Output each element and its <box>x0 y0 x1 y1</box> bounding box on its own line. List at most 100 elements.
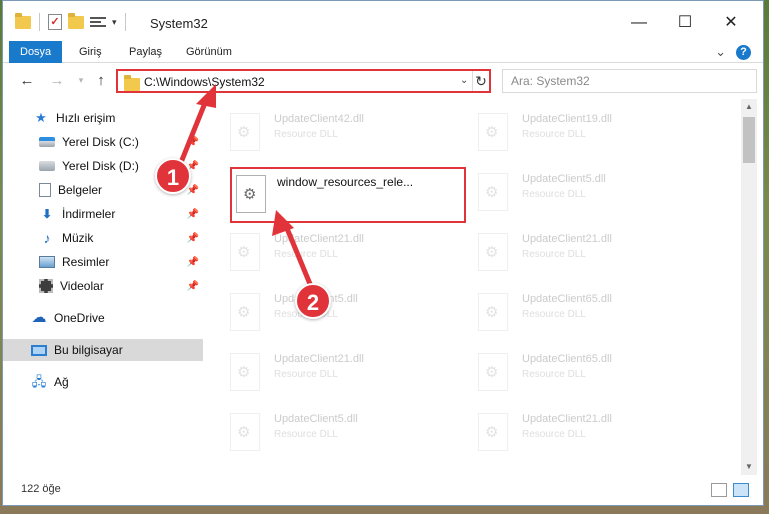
sidebar-item-label: Hızlı erişim <box>56 111 116 125</box>
address-path[interactable]: C:\Windows\System32 <box>144 75 265 89</box>
file-item[interactable]: UpdateClient65.dll Resource DLL <box>456 285 686 331</box>
properties-check-icon[interactable]: ✓ <box>48 14 62 30</box>
sidebar-item-label: Resimler <box>62 255 110 269</box>
sidebar-item-label: İndirmeler <box>62 207 116 221</box>
network-icon: 🖧 <box>31 374 47 389</box>
file-item[interactable]: UpdateClient42.dll Resource DLL <box>208 105 438 151</box>
step-2-callout: 2 <box>295 283 331 319</box>
tab-paylas[interactable]: Paylaş <box>129 41 162 63</box>
dll-file-icon <box>478 413 508 451</box>
sidebar-item-videolar[interactable]: Videolar 📌 <box>3 275 203 297</box>
file-type: Resource DLL <box>274 369 338 380</box>
search-input[interactable]: Ara: System32 <box>502 69 757 93</box>
file-type: Resource DLL <box>522 369 586 380</box>
up-button[interactable]: ↑ <box>91 72 111 89</box>
file-name: UpdateClient5.dll <box>274 413 358 425</box>
tab-dosya[interactable]: Dosya <box>9 41 63 63</box>
scroll-up-icon[interactable]: ▲ <box>741 99 757 115</box>
file-explorer-window: ✓ ▾ System32 — ☐ ✕ Dosya Giriş Paylaş Gö… <box>2 0 764 506</box>
sidebar-item-this-pc[interactable]: Bu bilgisayar <box>3 339 203 361</box>
onedrive-icon: ☁ <box>31 309 47 326</box>
address-bar[interactable]: C:\Windows\System32 ⌄ ↻ <box>116 69 491 93</box>
pin-icon[interactable]: 📌 <box>187 233 199 244</box>
tab-giris[interactable]: Giriş <box>79 41 102 63</box>
help-icon[interactable]: ? <box>736 44 751 60</box>
file-item[interactable]: UpdateClient21.dll Resource DLL <box>208 345 438 391</box>
documents-icon <box>39 183 51 197</box>
file-item[interactable]: UpdateClient19.dll Resource DLL <box>456 105 686 151</box>
file-name: UpdateClient21.dll <box>522 233 612 245</box>
quick-access-toolbar: ✓ ▾ <box>15 12 128 31</box>
file-item[interactable]: UpdateClient5.dll Resource DLL <box>208 405 438 451</box>
dll-file-icon <box>478 293 508 331</box>
folder-icon[interactable] <box>15 12 31 29</box>
file-name: UpdateClient42.dll <box>274 113 364 125</box>
file-item[interactable]: UpdateClient5.dll Resource DLL <box>456 165 686 211</box>
pin-icon[interactable]: 📌 <box>187 137 199 148</box>
this-pc-icon <box>31 344 47 356</box>
qat-customize-chevron-icon[interactable]: ▾ <box>112 17 117 28</box>
sidebar-item-network[interactable]: 🖧 Ağ <box>3 371 203 393</box>
local-disk-c-icon <box>39 137 55 147</box>
sidebar-item-local-disk-c[interactable]: Yerel Disk (C:) 📌 <box>3 131 203 153</box>
scroll-thumb[interactable] <box>743 117 755 163</box>
maximize-button[interactable]: ☐ <box>673 11 697 35</box>
ribbon-tabs: Dosya Giriş Paylaş Görünüm ⌄ ? <box>3 41 763 63</box>
sidebar-item-label: OneDrive <box>54 311 105 325</box>
dll-file-icon <box>236 175 266 213</box>
forward-button[interactable]: → <box>47 72 67 89</box>
sidebar-item-quick-access[interactable]: ★ Hızlı erişim <box>3 107 203 129</box>
dll-file-icon <box>230 113 260 151</box>
file-name: window_resources_rele... <box>277 175 414 189</box>
large-icons-view-icon[interactable] <box>733 483 749 497</box>
ribbon-expand-chevron-icon[interactable]: ⌄ <box>715 44 726 60</box>
step-1-callout: 1 <box>155 158 191 194</box>
pin-icon[interactable]: 📌 <box>187 209 199 220</box>
videos-icon <box>39 279 53 293</box>
recent-locations-chevron-icon[interactable]: ▾ <box>71 75 91 86</box>
sidebar-item-indirmeler[interactable]: ⬇ İndirmeler 📌 <box>3 203 203 225</box>
close-button[interactable]: ✕ <box>719 11 743 35</box>
refresh-button[interactable]: ↻ <box>472 71 489 91</box>
sidebar-item-label: Videolar <box>60 279 104 293</box>
dll-file-icon <box>230 413 260 451</box>
dll-file-icon <box>478 173 508 211</box>
navigation-bar: ← → ▾ ↑ C:\Windows\System32 ⌄ ↻ Ara: Sys… <box>3 63 763 99</box>
sidebar-item-label: Bu bilgisayar <box>54 343 123 357</box>
minimize-button[interactable]: — <box>627 11 651 35</box>
file-item[interactable]: UpdateClient21.dll Resource DLL <box>456 225 686 271</box>
status-bar: 122 öğe <box>3 479 763 501</box>
file-item-window-resources[interactable]: window_resources_rele... <box>230 167 466 223</box>
pictures-icon <box>39 256 55 268</box>
file-item[interactable]: UpdateClient21.dll Resource DLL <box>208 225 438 271</box>
sidebar-item-label: Ağ <box>54 375 69 389</box>
tab-gorunum[interactable]: Görünüm <box>186 41 232 63</box>
dll-file-icon <box>478 113 508 151</box>
toolbar-divider <box>39 13 40 31</box>
details-view-icon[interactable] <box>711 483 727 497</box>
quick-access-icon: ★ <box>35 110 47 125</box>
file-name: UpdateClient21.dll <box>274 353 364 365</box>
file-item[interactable]: UpdateClient21.dll Resource DLL <box>456 405 686 451</box>
sidebar-item-onedrive[interactable]: ☁ OneDrive <box>3 307 203 329</box>
dll-file-icon <box>230 353 260 391</box>
new-folder-icon[interactable] <box>68 12 84 29</box>
sidebar-item-label: Yerel Disk (D:) <box>62 159 139 173</box>
pin-icon[interactable]: 📌 <box>187 281 199 292</box>
back-button[interactable]: ← <box>17 72 37 89</box>
view-details-icon[interactable] <box>90 15 106 29</box>
vertical-scrollbar[interactable]: ▲ ▼ <box>741 99 757 475</box>
sidebar-item-resimler[interactable]: Resimler 📌 <box>3 251 203 273</box>
ribbon-controls: ⌄ ? <box>715 44 751 60</box>
file-type: Resource DLL <box>522 129 586 140</box>
sidebar-item-muzik[interactable]: ♪ Müzik 📌 <box>3 227 203 249</box>
pin-icon[interactable]: 📌 <box>187 185 199 196</box>
address-dropdown-icon[interactable]: ⌄ <box>460 75 468 86</box>
sidebar-item-label: Belgeler <box>58 183 103 197</box>
view-switcher <box>711 483 749 497</box>
file-type: Resource DLL <box>522 429 586 440</box>
file-item[interactable]: UpdateClient65.dll Resource DLL <box>456 345 686 391</box>
file-name: UpdateClient65.dll <box>522 293 612 305</box>
scroll-down-icon[interactable]: ▼ <box>741 459 757 475</box>
pin-icon[interactable]: 📌 <box>187 257 199 268</box>
